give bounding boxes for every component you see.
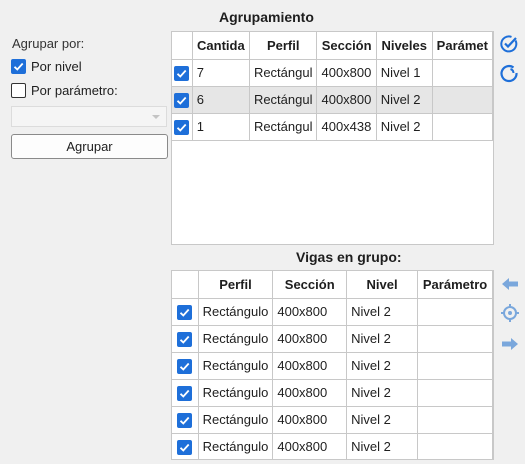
- circle-refresh-icon[interactable]: [499, 63, 519, 83]
- column-header-parameter[interactable]: Parámet: [432, 32, 493, 60]
- beams-table[interactable]: Perfil Sección Nivel Parámetro Rectángul…: [171, 270, 494, 460]
- section-cell[interactable]: 400x800: [272, 433, 348, 459]
- levels-cell[interactable]: Nivel 2: [376, 86, 433, 114]
- by-parameter-checkbox[interactable]: [11, 83, 26, 98]
- parameter-cell[interactable]: [417, 325, 493, 353]
- row-checkbox-cell[interactable]: [172, 59, 193, 87]
- row-checkbox[interactable]: [174, 65, 190, 81]
- section-cell[interactable]: 400x438: [316, 113, 377, 141]
- parameter-cell[interactable]: [432, 86, 493, 114]
- row-checkbox[interactable]: [174, 119, 190, 135]
- chevron-down-icon: [152, 115, 160, 119]
- table-row[interactable]: Rectángulo 400x800 Nivel 2: [172, 325, 493, 353]
- row-checkbox[interactable]: [177, 358, 193, 374]
- table-row[interactable]: 6 Rectángul 400x800 Nivel 2: [172, 86, 493, 114]
- table-row[interactable]: Rectángulo 400x800 Nivel 2: [172, 352, 493, 380]
- section-cell[interactable]: 400x800: [272, 406, 348, 434]
- section-cell[interactable]: 400x800: [272, 379, 348, 407]
- column-header-profile[interactable]: Perfil: [198, 271, 274, 299]
- parameter-cell[interactable]: [417, 379, 493, 407]
- level-cell[interactable]: Nivel 2: [346, 379, 419, 407]
- arrow-right-icon[interactable]: [500, 334, 520, 354]
- levels-cell[interactable]: Nivel 1: [376, 59, 433, 87]
- group-by-label: Agrupar por:: [12, 36, 85, 51]
- profile-cell[interactable]: Rectángul: [249, 113, 318, 141]
- row-checkbox[interactable]: [177, 412, 193, 428]
- row-checkbox[interactable]: [177, 331, 193, 347]
- table-row[interactable]: Rectángulo 400x800 Nivel 2: [172, 298, 493, 326]
- section-cell[interactable]: 400x800: [316, 59, 377, 87]
- row-checkbox-cell[interactable]: [172, 325, 199, 353]
- by-level-option[interactable]: Por nivel: [11, 59, 82, 74]
- parameter-cell[interactable]: [417, 352, 493, 380]
- profile-cell[interactable]: Rectángulo: [198, 433, 274, 459]
- grouping-header-row: Cantida Perfil Sección Niveles Parámet: [172, 32, 493, 60]
- table-row[interactable]: 7 Rectángul 400x800 Nivel 1: [172, 59, 493, 87]
- parameter-cell[interactable]: [432, 113, 493, 141]
- column-header-parameter[interactable]: Parámetro: [417, 271, 493, 299]
- row-checkbox-cell[interactable]: [172, 352, 199, 380]
- by-level-label: Por nivel: [31, 59, 82, 74]
- level-cell[interactable]: Nivel 2: [346, 352, 419, 380]
- quantity-cell[interactable]: 7: [192, 59, 250, 87]
- target-icon[interactable]: [500, 303, 520, 323]
- row-checkbox-cell[interactable]: [172, 113, 193, 141]
- level-cell[interactable]: Nivel 2: [346, 325, 419, 353]
- check-all-icon[interactable]: [499, 34, 519, 54]
- section-cell[interactable]: 400x800: [272, 325, 348, 353]
- levels-cell[interactable]: Nivel 2: [376, 113, 433, 141]
- row-checkbox-cell[interactable]: [172, 298, 199, 326]
- quantity-cell[interactable]: 1: [192, 113, 250, 141]
- column-header-level[interactable]: Nivel: [346, 271, 419, 299]
- by-parameter-label: Por parámetro:: [31, 83, 118, 98]
- table-row[interactable]: Rectángulo 400x800 Nivel 2: [172, 433, 493, 459]
- row-checkbox[interactable]: [177, 439, 193, 455]
- profile-cell[interactable]: Rectángulo: [198, 379, 274, 407]
- grouping-title: Agrupamiento: [219, 9, 314, 25]
- section-cell[interactable]: 400x800: [316, 86, 377, 114]
- parameter-cell[interactable]: [432, 59, 493, 87]
- profile-cell[interactable]: Rectángulo: [198, 406, 274, 434]
- group-button[interactable]: Agrupar: [11, 134, 168, 159]
- row-checkbox[interactable]: [177, 385, 193, 401]
- grouping-table[interactable]: Cantida Perfil Sección Niveles Parámet 7…: [171, 31, 494, 245]
- table-row[interactable]: 1 Rectángul 400x438 Nivel 2: [172, 113, 493, 141]
- table-row[interactable]: Rectángulo 400x800 Nivel 2: [172, 406, 493, 434]
- parameter-cell[interactable]: [417, 406, 493, 434]
- beams-header-row: Perfil Sección Nivel Parámetro: [172, 271, 493, 299]
- column-header-section[interactable]: Sección: [316, 32, 377, 60]
- profile-cell[interactable]: Rectángul: [249, 86, 318, 114]
- table-row[interactable]: Rectángulo 400x800 Nivel 2: [172, 379, 493, 407]
- column-header-quantity[interactable]: Cantida: [192, 32, 250, 60]
- by-level-checkbox[interactable]: [11, 59, 26, 74]
- column-header-section[interactable]: Sección: [272, 271, 348, 299]
- row-checkbox-cell[interactable]: [172, 433, 199, 459]
- profile-cell[interactable]: Rectángulo: [198, 298, 274, 326]
- parameter-cell[interactable]: [417, 433, 493, 459]
- row-checkbox-cell[interactable]: [172, 406, 199, 434]
- row-checkbox-cell[interactable]: [172, 86, 193, 114]
- level-cell[interactable]: Nivel 2: [346, 406, 419, 434]
- header-select-column[interactable]: [172, 271, 199, 299]
- row-checkbox[interactable]: [174, 92, 190, 108]
- profile-cell[interactable]: Rectángul: [249, 59, 318, 87]
- column-header-levels[interactable]: Niveles: [376, 32, 433, 60]
- parameter-cell[interactable]: [417, 298, 493, 326]
- profile-cell[interactable]: Rectángulo: [198, 325, 274, 353]
- beams-in-group-title: Vigas en grupo:: [296, 249, 402, 265]
- header-select-column[interactable]: [172, 32, 193, 60]
- row-checkbox[interactable]: [177, 304, 193, 320]
- row-checkbox-cell[interactable]: [172, 379, 199, 407]
- profile-cell[interactable]: Rectángulo: [198, 352, 274, 380]
- section-cell[interactable]: 400x800: [272, 352, 348, 380]
- arrow-left-icon[interactable]: [500, 274, 520, 294]
- by-parameter-option[interactable]: Por parámetro:: [11, 83, 118, 98]
- column-header-profile[interactable]: Perfil: [249, 32, 318, 60]
- quantity-cell[interactable]: 6: [192, 86, 250, 114]
- level-cell[interactable]: Nivel 2: [346, 298, 419, 326]
- section-cell[interactable]: 400x800: [272, 298, 348, 326]
- parameter-select[interactable]: [11, 106, 167, 127]
- level-cell[interactable]: Nivel 2: [346, 433, 419, 459]
